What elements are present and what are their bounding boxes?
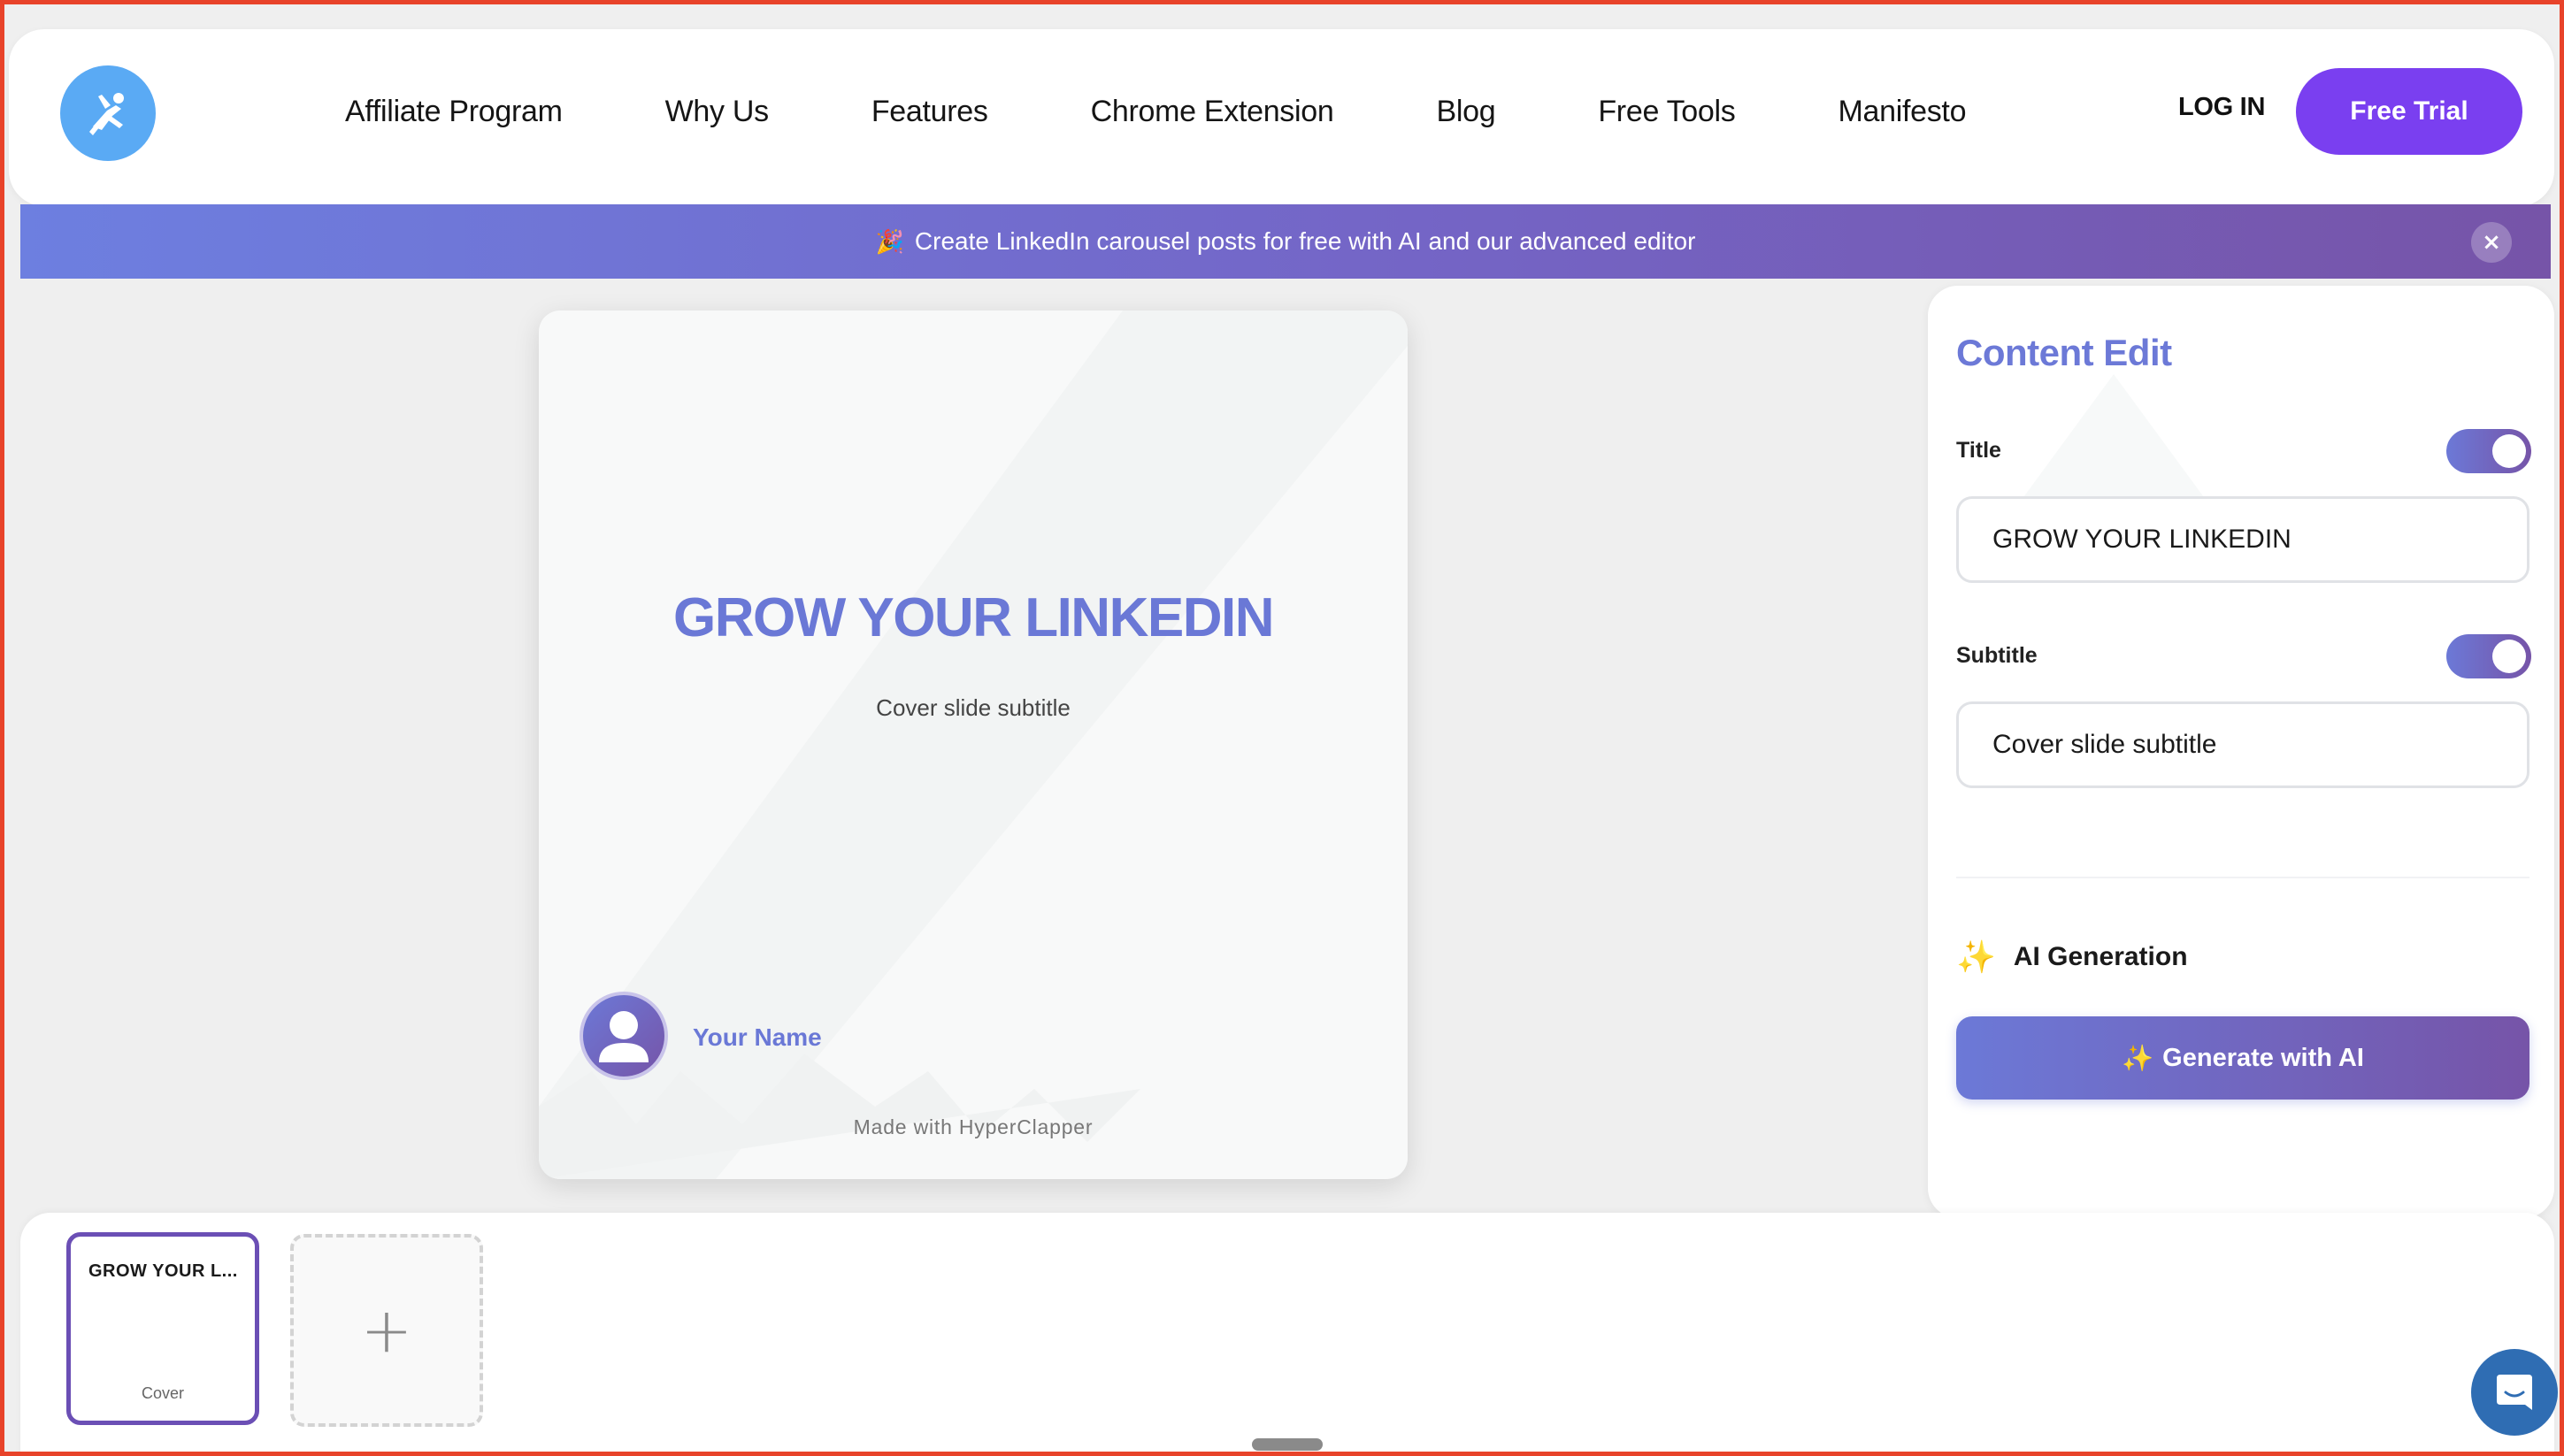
watermark-text: Made with HyperClapper <box>853 1115 1094 1138</box>
promo-banner: 🎉 Create LinkedIn carousel posts for fre… <box>20 204 2551 279</box>
generate-with-ai-label: Generate with AI <box>2162 1043 2364 1072</box>
superhero-icon <box>89 93 124 135</box>
logo-icon[interactable] <box>60 65 156 161</box>
title-input[interactable] <box>1956 496 2529 583</box>
nav-features[interactable]: Features <box>871 95 988 129</box>
slide-thumbnail[interactable]: GROW YOUR L... Cover <box>66 1232 259 1425</box>
author-name[interactable]: Your Name <box>693 1023 822 1052</box>
author-avatar[interactable] <box>580 992 668 1080</box>
title-label: Title <box>1956 438 2001 463</box>
subtitle-label: Subtitle <box>1956 643 2038 668</box>
title-toggle[interactable] <box>2446 429 2531 473</box>
nav-chrome-extension[interactable]: Chrome Extension <box>1091 95 1334 129</box>
nav-manifesto[interactable]: Manifesto <box>1838 95 1966 129</box>
main-nav: Affiliate Program Why Us Features Chrome… <box>345 29 2069 194</box>
content-edit-panel: Content Edit Title Subtitle ✨ AI Generat… <box>1928 286 2554 1218</box>
slide-subtitle[interactable]: Cover slide subtitle <box>539 694 1408 722</box>
slide-preview[interactable]: GROW YOUR LINKEDIN Cover slide subtitle … <box>539 310 1408 1179</box>
user-icon <box>599 1011 649 1062</box>
sparkle-icon: ✨ <box>1956 939 1996 976</box>
ai-generation-label: AI Generation <box>2013 942 2188 971</box>
ai-generation-header: ✨ AI Generation <box>1956 939 2188 976</box>
chat-icon <box>2497 1375 2532 1410</box>
nav-blog[interactable]: Blog <box>1436 95 1495 129</box>
subtitle-input[interactable] <box>1956 701 2529 788</box>
chat-button[interactable] <box>2471 1349 2558 1436</box>
close-banner-button[interactable]: × <box>2471 222 2512 263</box>
toggle-knob <box>2492 640 2526 673</box>
app-page: Affiliate Program Why Us Features Chrome… <box>4 4 2560 1452</box>
thumbnail-title: GROW YOUR L... <box>88 1261 238 1281</box>
sparkle-icon: ✨ <box>2122 1042 2154 1073</box>
top-navbar: Affiliate Program Why Us Features Chrome… <box>9 29 2554 206</box>
slide-title[interactable]: GROW YOUR LINKEDIN <box>539 586 1408 649</box>
drag-handle[interactable] <box>1252 1438 1323 1451</box>
banner-text: Create LinkedIn carousel posts for free … <box>914 227 1696 255</box>
login-link[interactable]: LOG IN <box>2178 93 2265 122</box>
thumbnail-caption: Cover <box>141 1384 184 1402</box>
panel-heading: Content Edit <box>1956 332 2172 373</box>
subtitle-toggle[interactable] <box>2446 634 2531 678</box>
nav-why-us[interactable]: Why Us <box>665 95 770 129</box>
add-slide-button[interactable]: + <box>290 1234 483 1427</box>
toggle-knob <box>2492 434 2526 468</box>
nav-free-tools[interactable]: Free Tools <box>1598 95 1735 129</box>
slides-strip: GROW YOUR L... Cover + <box>20 1213 2554 1452</box>
free-trial-button[interactable]: Free Trial <box>2296 68 2522 155</box>
slide-background-pattern <box>539 310 1408 1179</box>
panel-divider <box>1956 877 2529 878</box>
nav-affiliate-program[interactable]: Affiliate Program <box>345 95 563 129</box>
party-popper-icon: 🎉 <box>875 227 904 255</box>
generate-with-ai-button[interactable]: ✨ Generate with AI <box>1956 1016 2529 1100</box>
